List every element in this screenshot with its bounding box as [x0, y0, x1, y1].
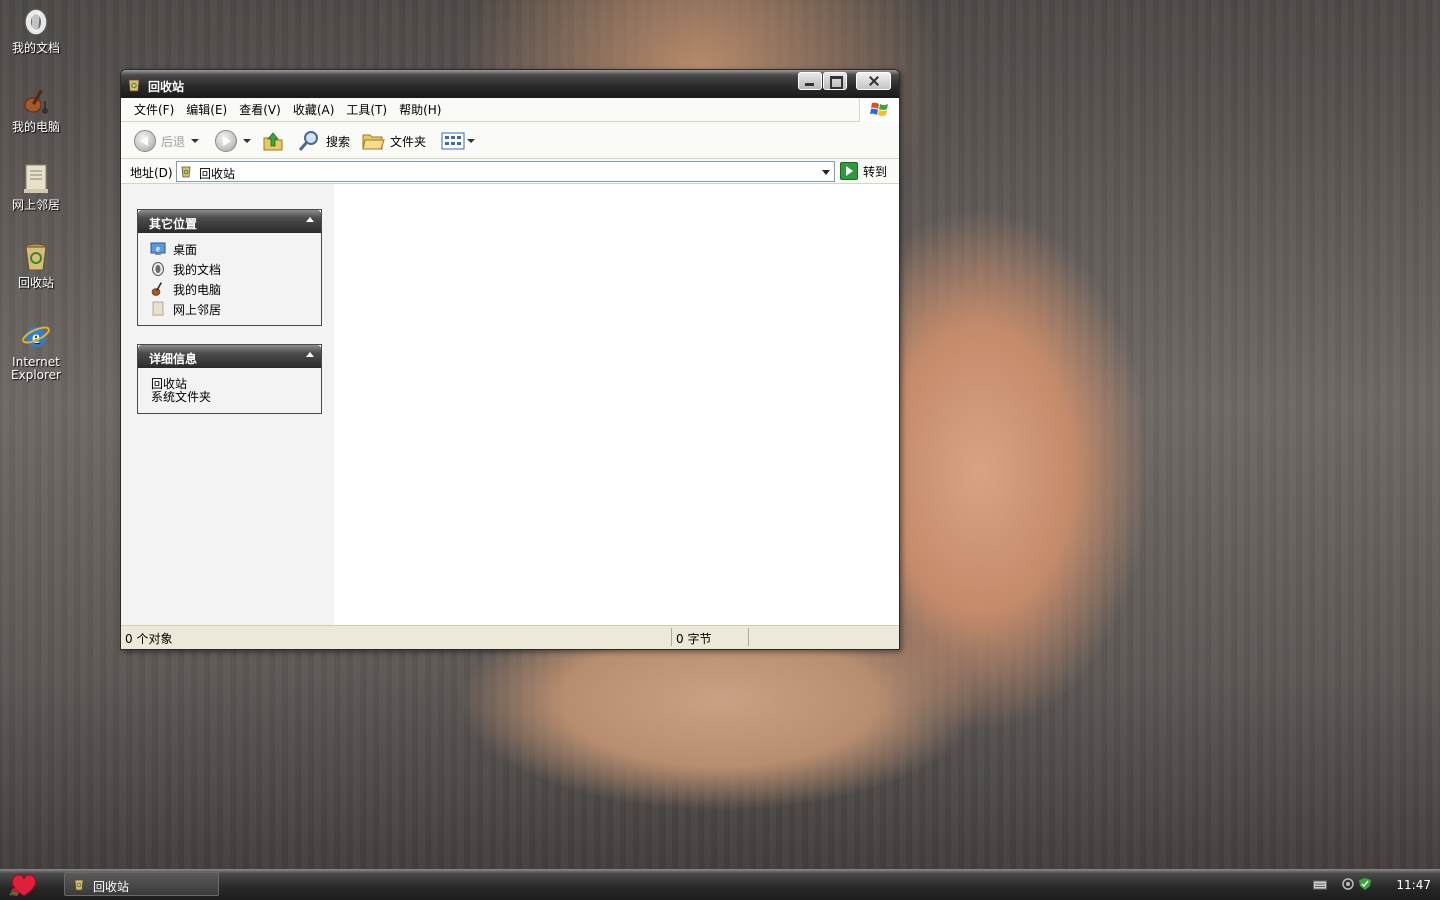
chevron-down-icon[interactable]	[191, 139, 200, 143]
views-grid-icon	[441, 132, 465, 150]
detail-type: 系统文件夹	[151, 390, 212, 404]
recycle-bin-icon	[128, 79, 140, 92]
title-bar[interactable]: 回收站	[121, 70, 899, 98]
desktop-icon-my-computer[interactable]: 我的电脑	[4, 85, 68, 134]
recycle-bin-icon	[25, 243, 47, 271]
up-folder-button[interactable]	[262, 128, 284, 154]
taskbar: 回收站 11:47	[0, 869, 1440, 900]
desktop-icon: e	[150, 242, 166, 255]
other-places-panel: 其它位置 e 桌面 我的文档 我的电脑 网上邻居	[137, 209, 322, 326]
volume-icon[interactable]	[1341, 878, 1355, 890]
menu-tools[interactable]: 工具(T)	[340, 101, 393, 118]
forward-button[interactable]	[215, 128, 251, 154]
desktop-icon-label: Explorer	[11, 368, 61, 382]
desktop-icon-my-documents[interactable]: 我的文档	[4, 6, 68, 55]
chevron-down-icon[interactable]	[243, 139, 251, 143]
my-documents-icon	[152, 262, 164, 276]
address-input[interactable]: 回收站	[176, 161, 835, 182]
menu-file[interactable]: 文件(F)	[128, 101, 180, 118]
panel-title: 其它位置	[149, 217, 198, 231]
place-link-my-documents[interactable]: 我的文档	[150, 259, 321, 279]
desktop-icon-label: 我的文档	[11, 41, 60, 55]
desktop-icon-network[interactable]: 网上邻居	[4, 163, 68, 212]
keyboard-icon[interactable]	[1313, 878, 1327, 890]
start-button[interactable]	[6, 871, 42, 899]
system-tray: 11:47	[1310, 869, 1440, 900]
security-shield-icon[interactable]	[1358, 878, 1372, 890]
file-list-view[interactable]	[334, 184, 899, 625]
my-computer-icon	[151, 282, 163, 296]
my-documents-icon	[24, 8, 48, 36]
go-arrow-icon	[840, 162, 858, 180]
my-computer-icon	[24, 89, 48, 114]
address-label: 地址(D)	[130, 166, 173, 180]
recycle-bin-icon	[74, 879, 84, 891]
toolbar: 后退 搜索 文件夹	[121, 122, 899, 159]
minimize-button[interactable]	[798, 72, 822, 90]
place-link-label: 我的文档	[173, 262, 222, 277]
status-bar: 0 个对象 0 字节	[121, 625, 899, 649]
heart-start-icon	[9, 874, 37, 897]
place-link-my-computer[interactable]: 我的电脑	[150, 279, 321, 299]
folders-label: 文件夹	[390, 134, 427, 149]
back-label: 后退	[161, 134, 186, 149]
address-value: 回收站	[199, 167, 236, 181]
desktop-icon-internet-explorer[interactable]: e Internet Explorer	[4, 320, 68, 382]
network-places-icon	[152, 301, 164, 316]
desktop-icon-label: 我的电脑	[11, 120, 60, 134]
details-panel: 详细信息 回收站 系统文件夹	[137, 344, 322, 414]
collapse-icon[interactable]	[305, 215, 316, 226]
svg-text:e: e	[156, 244, 160, 254]
other-places-header[interactable]: 其它位置	[138, 210, 321, 233]
desktop-icon-label: 回收站	[17, 276, 54, 290]
folders-button[interactable]: 文件夹	[361, 128, 426, 154]
place-link-network[interactable]: 网上邻居	[150, 299, 321, 319]
window-title: 回收站	[148, 80, 185, 94]
menu-view[interactable]: 查看(V)	[233, 101, 287, 118]
network-places-icon	[24, 164, 48, 193]
task-pane: 其它位置 e 桌面 我的文档 我的电脑 网上邻居 详细信息 回收站 系统文件夹	[121, 184, 334, 625]
search-label: 搜索	[326, 134, 351, 149]
status-object-count: 0 个对象	[125, 632, 173, 646]
close-button[interactable]	[856, 72, 891, 90]
desktop-icon-recycle-bin[interactable]: 回收站	[4, 241, 68, 290]
windows-logo-icon	[859, 98, 899, 122]
taskbar-button-label: 回收站	[93, 880, 130, 894]
views-button[interactable]	[441, 128, 475, 154]
clock[interactable]: 11:47	[1396, 878, 1431, 892]
internet-explorer-icon: e	[22, 326, 50, 347]
desktop-icon-label: 网上邻居	[11, 198, 60, 212]
status-size: 0 字节	[676, 632, 712, 646]
details-header[interactable]: 详细信息	[138, 345, 321, 368]
address-bar: 地址(D) 回收站 转到	[121, 159, 899, 184]
place-link-label: 网上邻居	[173, 302, 222, 317]
maximize-button[interactable]	[823, 72, 847, 90]
taskbar-button-recycle-bin[interactable]: 回收站	[64, 872, 219, 896]
back-button[interactable]: 后退	[134, 128, 200, 154]
panel-title: 详细信息	[149, 352, 198, 366]
place-link-label: 桌面	[173, 242, 198, 257]
place-link-desktop[interactable]: e 桌面	[150, 239, 321, 259]
search-button[interactable]: 搜索	[297, 128, 350, 154]
go-label: 转到	[863, 164, 888, 179]
folder-icon	[362, 134, 385, 150]
back-arrow-icon	[134, 130, 156, 152]
recycle-bin-window: 回收站 文件(F) 编辑(E) 查看(V) 收藏(A) 工具(T) 帮助(H) …	[120, 69, 900, 650]
chevron-down-icon[interactable]	[822, 170, 830, 175]
content-area: 其它位置 e 桌面 我的文档 我的电脑 网上邻居 详细信息 回收站 系统文件夹	[121, 184, 899, 625]
menu-bar: 文件(F) 编辑(E) 查看(V) 收藏(A) 工具(T) 帮助(H)	[121, 98, 899, 122]
place-link-label: 我的电脑	[173, 282, 222, 297]
menu-help[interactable]: 帮助(H)	[393, 101, 447, 118]
chevron-down-icon[interactable]	[467, 139, 475, 143]
menu-edit[interactable]: 编辑(E)	[180, 101, 233, 118]
forward-arrow-icon	[215, 130, 237, 152]
up-folder-icon	[263, 132, 283, 151]
search-icon	[298, 131, 318, 151]
go-button[interactable]: 转到	[840, 162, 887, 180]
collapse-icon[interactable]	[305, 350, 316, 361]
menu-favorites[interactable]: 收藏(A)	[287, 101, 341, 118]
desktop-icon-label: Internet	[12, 355, 60, 369]
recycle-bin-icon	[181, 166, 191, 178]
